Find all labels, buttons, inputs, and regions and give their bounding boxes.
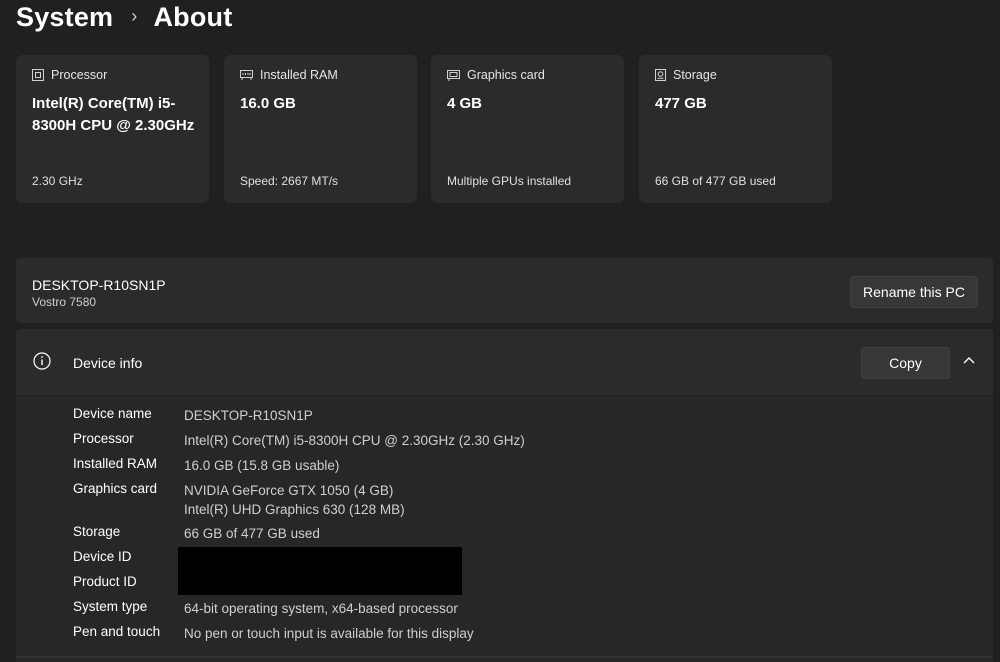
copy-button[interactable]: Copy bbox=[861, 347, 950, 379]
graphics-card-sub: Multiple GPUs installed bbox=[447, 174, 572, 188]
spec-label: Processor bbox=[73, 431, 134, 446]
spec-label: Product ID bbox=[73, 574, 137, 589]
spec-label: Graphics card bbox=[73, 481, 158, 496]
info-icon bbox=[33, 352, 51, 370]
graphics-card-value: 4 GB bbox=[447, 95, 483, 112]
chevron-up-icon[interactable] bbox=[962, 355, 976, 365]
ram-icon bbox=[240, 70, 253, 80]
breadcrumb-separator: › bbox=[131, 6, 138, 26]
about-page: System › About Processor Intel(R) Core(T… bbox=[0, 0, 1000, 662]
storage-card-sub: 66 GB of 477 GB used bbox=[655, 174, 776, 188]
spec-value: 66 GB of 477 GB used bbox=[184, 526, 320, 541]
spec-label: Installed RAM bbox=[73, 456, 158, 471]
spec-value: DESKTOP-R10SN1P bbox=[184, 408, 313, 423]
spec-label: Device ID bbox=[73, 549, 132, 564]
ram-card: Installed RAM 16.0 GB Speed: 2667 MT/s bbox=[224, 55, 417, 203]
ram-card-value: 16.0 GB bbox=[240, 95, 296, 112]
spec-value: 16.0 GB (15.8 GB usable) bbox=[184, 458, 340, 473]
storage-icon bbox=[655, 69, 666, 81]
rename-pc-button[interactable]: Rename this PC bbox=[850, 276, 978, 308]
spec-value: NVIDIA GeForce GTX 1050 (4 GB) bbox=[184, 483, 394, 498]
ram-card-sub: Speed: 2667 MT/s bbox=[240, 174, 339, 188]
graphics-card-icon bbox=[447, 69, 460, 81]
device-name-bar: DESKTOP-R10SN1P Vostro 7580 Rename this … bbox=[16, 258, 993, 323]
spec-label: System type bbox=[73, 599, 148, 614]
storage-card-label: Storage bbox=[673, 68, 717, 82]
processor-icon bbox=[32, 69, 44, 81]
redaction-box bbox=[178, 547, 462, 595]
spec-label: Storage bbox=[73, 524, 121, 539]
processor-card-value: Intel(R) Core(TM) i5-8300H CPU @ 2.30GHz bbox=[32, 95, 195, 134]
breadcrumb-parent-system[interactable]: System bbox=[16, 2, 113, 33]
graphics-card-label: Graphics card bbox=[467, 68, 545, 82]
ram-card-label: Installed RAM bbox=[260, 68, 338, 82]
processor-card: Processor Intel(R) Core(TM) i5-8300H CPU… bbox=[16, 55, 209, 203]
spec-label: Device name bbox=[73, 406, 152, 421]
device-info-title: Device info bbox=[73, 355, 143, 371]
device-info-body: Device name DESKTOP-R10SN1P Processor In… bbox=[16, 396, 993, 662]
device-name: DESKTOP-R10SN1P bbox=[32, 277, 166, 293]
spec-value: No pen or touch input is available for t… bbox=[184, 626, 474, 641]
spec-value-secondary: Intel(R) UHD Graphics 630 (128 MB) bbox=[184, 502, 405, 517]
page-title: About bbox=[153, 2, 233, 32]
processor-card-sub: 2.30 GHz bbox=[32, 174, 83, 188]
processor-card-label: Processor bbox=[51, 68, 108, 82]
storage-card-value: 477 GB bbox=[655, 95, 707, 112]
spec-value: Intel(R) Core(TM) i5-8300H CPU @ 2.30GHz… bbox=[184, 433, 525, 448]
graphics-card-card: Graphics card 4 GB Multiple GPUs install… bbox=[431, 55, 624, 203]
spec-label: Pen and touch bbox=[73, 624, 161, 639]
storage-card: Storage 477 GB 66 GB of 477 GB used bbox=[639, 55, 832, 203]
spec-value: 64-bit operating system, x64-based proce… bbox=[184, 601, 458, 616]
device-model: Vostro 7580 bbox=[32, 295, 97, 309]
device-info-header[interactable]: Device info Copy bbox=[16, 329, 993, 395]
panel-bottom-divider bbox=[16, 656, 993, 658]
breadcrumb: System › About bbox=[16, 2, 232, 33]
